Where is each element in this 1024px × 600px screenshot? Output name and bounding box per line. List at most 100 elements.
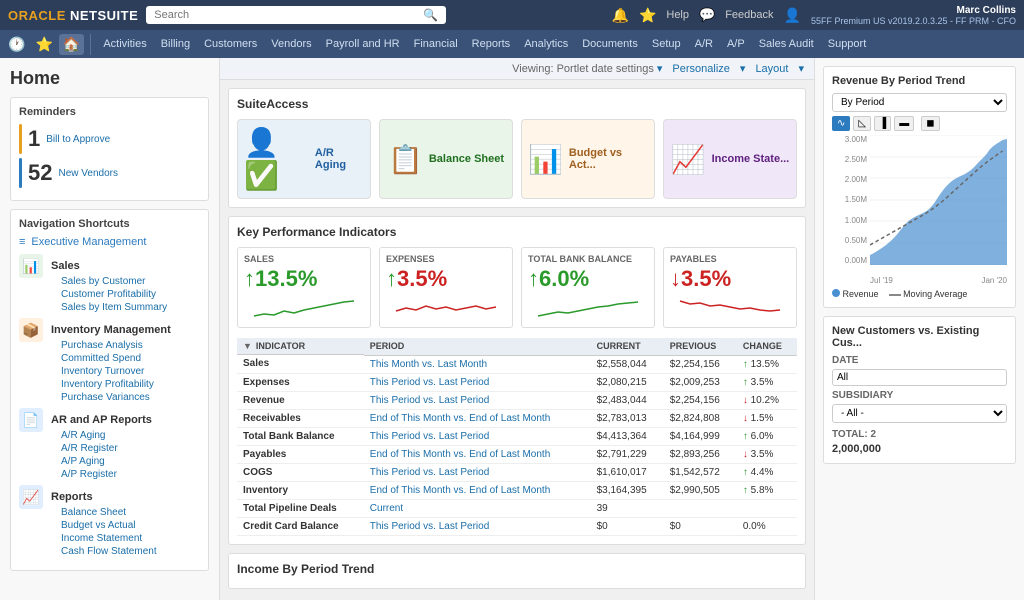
ar-register-link[interactable]: A/R Register — [51, 442, 152, 455]
bell-icon[interactable]: 🔔 — [612, 7, 629, 24]
row-period[interactable]: This Period vs. Last Period — [364, 463, 591, 481]
suite-card-income-label: Income State... — [712, 153, 790, 165]
suite-card-ar-aging[interactable]: 👤✅ A/R Aging — [237, 119, 371, 199]
menu-item-sales-audit[interactable]: Sales Audit — [753, 36, 820, 52]
chat-icon[interactable]: 💬 — [699, 7, 715, 23]
menu-item-analytics[interactable]: Analytics — [518, 36, 574, 52]
menu-item-vendors[interactable]: Vendors — [265, 36, 317, 52]
row-indicator: Revenue — [237, 391, 364, 409]
row-period[interactable]: This Period vs. Last Period — [364, 391, 591, 409]
legend-revenue-dot — [832, 289, 840, 297]
purchase-analysis-link[interactable]: Purchase Analysis — [51, 339, 171, 352]
row-period[interactable]: This Period vs. Last Period — [364, 427, 591, 445]
ar-aging-link[interactable]: A/R Aging — [51, 429, 152, 442]
reminder-label-2[interactable]: New Vendors — [58, 168, 117, 179]
row-period[interactable]: This Period vs. Last Period — [364, 373, 591, 391]
top-bar: ORACLE NETSUITE 🔍 🔔 ⭐ Help 💬 Feedback 👤 … — [0, 0, 1024, 30]
committed-spend-link[interactable]: Committed Spend — [51, 352, 171, 365]
kpi-card-sales: SALES ↑13.5% — [237, 247, 371, 328]
reminder-num-1: 1 — [28, 126, 40, 152]
layout-link[interactable]: Layout — [755, 63, 788, 75]
date-field-label: DATE — [832, 355, 858, 366]
search-input[interactable] — [154, 9, 423, 21]
chart-btn-area2[interactable]: ◼ — [921, 116, 939, 131]
suite-icons-row: 👤✅ A/R Aging 📋 Balance Sheet 📊 Budget vs… — [237, 119, 797, 199]
suite-card-budget-label: Budget vs Act... — [569, 147, 648, 171]
feedback-label[interactable]: Feedback — [725, 9, 773, 21]
purchase-variances-link[interactable]: Purchase Variances — [51, 391, 171, 404]
y-label-300: 3.00M — [832, 135, 867, 144]
exec-management-link[interactable]: ≡ Executive Management — [19, 236, 200, 248]
help-label[interactable]: Help — [666, 9, 689, 21]
row-period[interactable]: End of This Month vs. End of Last Month — [364, 409, 591, 427]
star-icon[interactable]: ⭐ — [639, 7, 656, 24]
chart-btn-line[interactable]: ∿ — [832, 116, 850, 131]
row-previous: $2,254,156 — [664, 355, 737, 373]
viewing-dropdown-icon[interactable]: ▾ — [657, 63, 663, 75]
star-nav-icon[interactable]: ⭐ — [31, 34, 56, 55]
menu-item-reports[interactable]: Reports — [466, 36, 517, 52]
kpi-expenses-arrow: ↑ — [386, 266, 397, 291]
suite-card-balance-sheet[interactable]: 📋 Balance Sheet — [379, 119, 513, 199]
row-change: ↑ 13.5% — [737, 355, 797, 373]
row-previous: $2,254,156 — [664, 391, 737, 409]
filter-icon[interactable]: ▼ — [243, 341, 252, 351]
chart-btn-area[interactable]: ◺ — [853, 116, 871, 131]
personalize-link[interactable]: Personalize — [672, 63, 729, 75]
chart-btn-column[interactable]: ▬ — [894, 116, 914, 131]
reminder-label-1[interactable]: Bill to Approve — [46, 134, 110, 145]
budget-actual-link[interactable]: Budget vs Actual — [51, 519, 157, 532]
menu-item-financial[interactable]: Financial — [408, 36, 464, 52]
sales-by-customer-link[interactable]: Sales by Customer — [51, 275, 167, 288]
menu-item-billing[interactable]: Billing — [155, 36, 196, 52]
chart-svg-area — [870, 135, 1007, 265]
home-icon[interactable]: 🏠 — [59, 34, 84, 55]
search-bar-container[interactable]: 🔍 — [146, 6, 446, 24]
row-period[interactable]: Current — [364, 499, 591, 517]
col-indicator: ▼ INDICATOR — [237, 338, 364, 355]
col-previous: PREVIOUS — [664, 338, 737, 355]
legend-revenue-label: Revenue — [843, 289, 879, 299]
cash-flow-link[interactable]: Cash Flow Statement — [51, 545, 157, 558]
table-row: Payables End of This Month vs. End of La… — [237, 445, 797, 463]
suite-card-income[interactable]: 📈 Income State... — [663, 119, 797, 199]
subsidiary-select[interactable]: - All - — [832, 404, 1007, 423]
nav-row-ar-ap: 📄 AR and AP Reports A/R Aging A/R Regist… — [19, 408, 200, 481]
reminder-item-1: 1 Bill to Approve — [19, 124, 200, 154]
clock-icon[interactable]: 🕐 — [4, 34, 29, 55]
suite-card-budget[interactable]: 📊 Budget vs Act... — [521, 119, 655, 199]
income-statement-link[interactable]: Income Statement — [51, 532, 157, 545]
ap-register-link[interactable]: A/P Register — [51, 468, 152, 481]
kpi-sales-label: SALES — [244, 254, 364, 264]
kpi-expenses-sparkline — [386, 296, 506, 321]
menu-item-activities[interactable]: Activities — [97, 36, 152, 52]
balance-sheet-link[interactable]: Balance Sheet — [51, 506, 157, 519]
row-period[interactable]: This Period vs. Last Period — [364, 517, 591, 535]
row-period[interactable]: End of This Month vs. End of Last Month — [364, 445, 591, 463]
menu-item-customers[interactable]: Customers — [198, 36, 263, 52]
portlet-header-bar: Viewing: Portlet date settings ▾ Persona… — [220, 58, 814, 80]
new-customers-portlet: New Customers vs. Existing Cus... DATE S… — [823, 316, 1016, 464]
menu-item-ap[interactable]: A/P — [721, 36, 751, 52]
customer-profitability-link[interactable]: Customer Profitability — [51, 288, 167, 301]
inventory-profitability-link[interactable]: Inventory Profitability — [51, 378, 171, 391]
menu-item-documents[interactable]: Documents — [576, 36, 644, 52]
revenue-period-select[interactable]: By Period — [832, 93, 1007, 112]
row-period[interactable]: End of This Month vs. End of Last Month — [364, 481, 591, 499]
date-input[interactable] — [832, 369, 1007, 386]
row-current: $2,791,229 — [591, 445, 664, 463]
reminder-item-2: 52 New Vendors — [19, 158, 200, 188]
inventory-turnover-link[interactable]: Inventory Turnover — [51, 365, 171, 378]
menu-item-support[interactable]: Support — [822, 36, 873, 52]
chart-btn-bar[interactable]: ▐ — [874, 116, 891, 131]
sales-by-item-link[interactable]: Sales by Item Summary — [51, 301, 167, 314]
row-period[interactable]: This Month vs. Last Month — [364, 355, 591, 373]
menu-item-ar[interactable]: A/R — [689, 36, 719, 52]
ap-aging-link[interactable]: A/P Aging — [51, 455, 152, 468]
revenue-chart: 3.00M 2.50M 2.00M 1.50M 1.00M 0.50M 0.00… — [832, 135, 1007, 285]
menu-item-setup[interactable]: Setup — [646, 36, 687, 52]
menu-item-payroll[interactable]: Payroll and HR — [320, 36, 406, 52]
sales-icon: 📊 — [19, 254, 43, 278]
personalize-arrow: ▾ — [740, 62, 746, 75]
search-icon[interactable]: 🔍 — [423, 8, 438, 22]
